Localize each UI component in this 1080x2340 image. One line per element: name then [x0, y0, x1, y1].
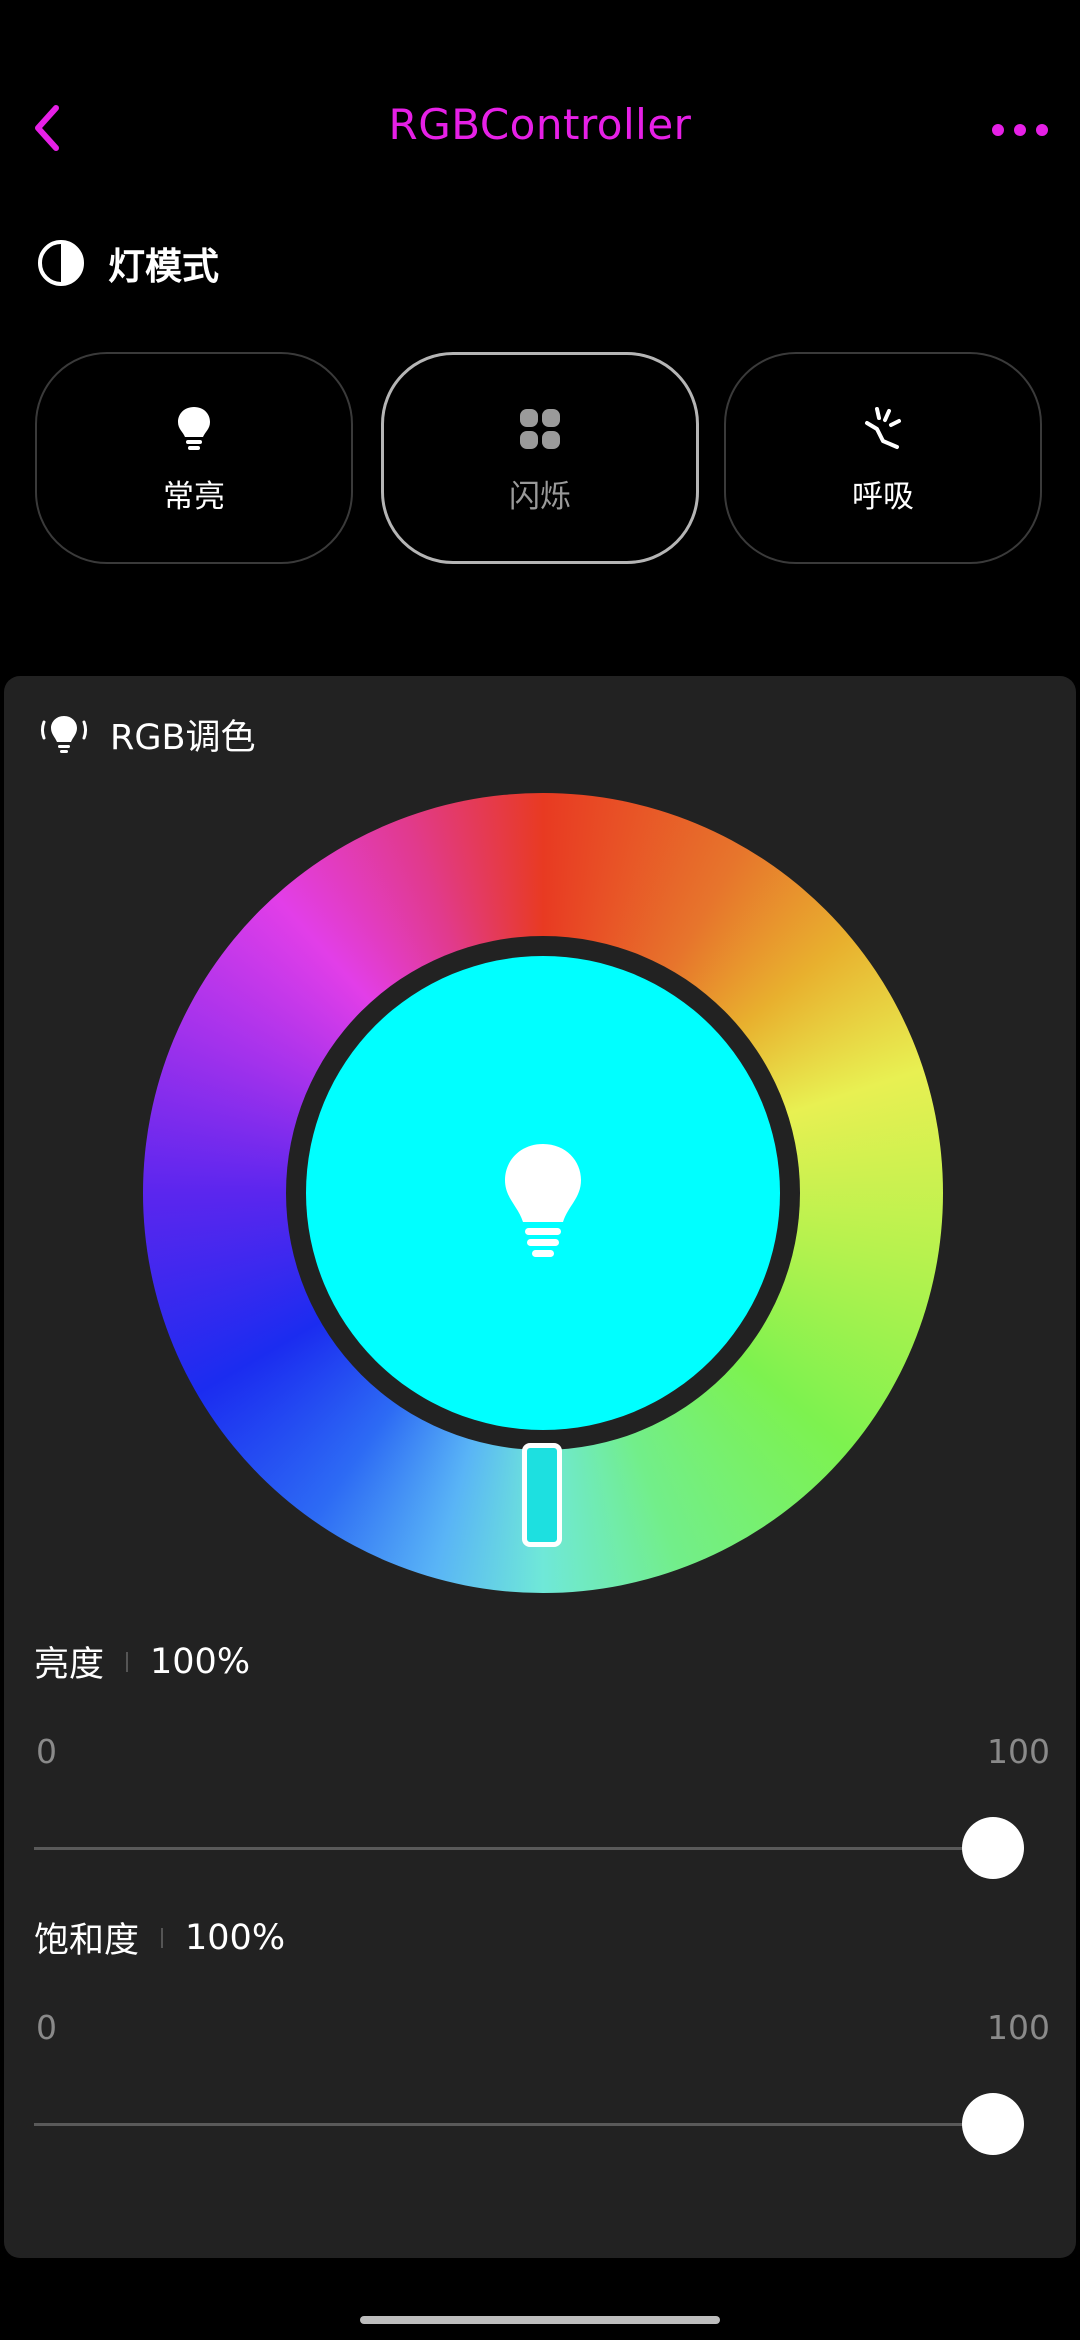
home-indicator[interactable] — [360, 2316, 720, 2324]
more-dots-icon — [992, 124, 1048, 136]
rgb-panel: RGB调色 亮度 100% 0 100 饱和度 100% 0 100 — [4, 676, 1076, 2258]
brightness-slider-track[interactable] — [34, 1847, 1024, 1850]
brightness-slider-thumb[interactable] — [962, 1817, 1024, 1879]
mode-label-flash: 闪烁 — [509, 478, 571, 515]
saturation-max-label: 100 — [987, 2008, 1050, 2047]
rgb-title: RGB调色 — [110, 717, 256, 758]
hue-handle[interactable] — [522, 1443, 562, 1547]
light-mode-header: 灯模式 — [36, 236, 219, 290]
saturation-slider-thumb[interactable] — [962, 2093, 1024, 2155]
four-dots-grid-icon — [520, 408, 560, 449]
brightness-max-label: 100 — [987, 1732, 1050, 1771]
saturation-value: 100% — [185, 1917, 286, 1958]
brightness-min-label: 0 — [36, 1732, 57, 1771]
lightbulb-glow-icon — [41, 716, 87, 753]
divider — [126, 1651, 129, 1672]
rgb-controller-screen: RGBController 灯模式 常亮 闪烁 呼吸 RGB调色 亮度 100%… — [0, 0, 1080, 2340]
saturation-min-label: 0 — [36, 2008, 57, 2047]
more-options-button[interactable] — [990, 118, 1050, 142]
breathing-rays-icon — [865, 406, 901, 449]
lightbulb-icon — [178, 406, 210, 450]
mode-card-flash[interactable]: 闪烁 — [381, 352, 699, 564]
lightbulb-icon — [505, 1144, 581, 1257]
brightness-value: 100% — [150, 1641, 251, 1682]
half-circle-contrast-icon — [38, 240, 84, 286]
divider — [161, 1927, 164, 1948]
saturation-title-row: 饱和度 100% — [34, 1912, 285, 1963]
mode-card-steady[interactable]: 常亮 — [35, 352, 353, 564]
brightness-title-row: 亮度 100% — [34, 1636, 250, 1687]
color-wheel[interactable] — [143, 793, 943, 1593]
page-title: RGBController — [388, 100, 692, 149]
brightness-label: 亮度 — [34, 1645, 105, 1685]
selected-color-preview[interactable] — [306, 956, 780, 1430]
saturation-slider-track[interactable] — [34, 2123, 1024, 2126]
rgb-header: RGB调色 — [38, 706, 255, 762]
mode-label-breathe: 呼吸 — [852, 478, 914, 515]
saturation-label: 饱和度 — [34, 1921, 140, 1961]
mode-label-steady: 常亮 — [163, 478, 225, 515]
light-mode-title: 灯模式 — [108, 245, 219, 288]
mode-card-breathe[interactable]: 呼吸 — [724, 352, 1042, 564]
